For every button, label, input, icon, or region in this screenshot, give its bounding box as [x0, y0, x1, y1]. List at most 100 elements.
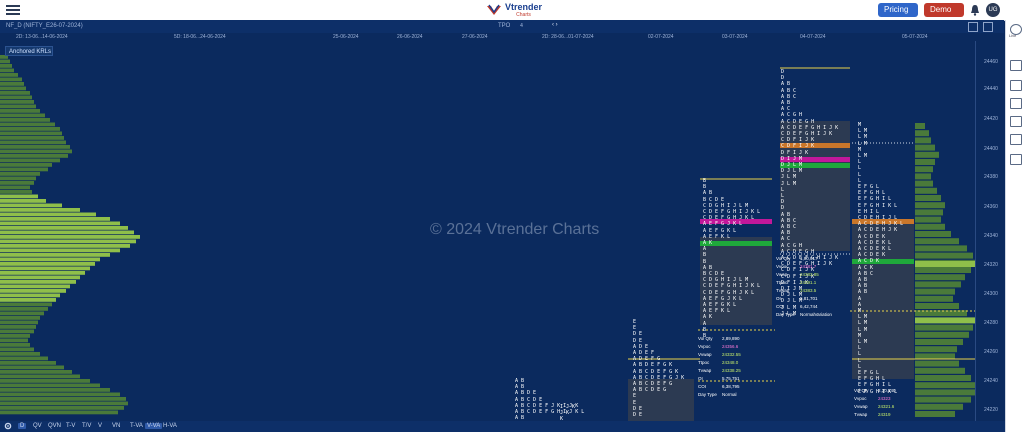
toolbar-toggle-h-va[interactable]: H-VA	[163, 423, 177, 429]
stat-value: 24383.85	[800, 272, 819, 277]
tpo-row: A E F G J K L	[703, 221, 743, 228]
tpo-row: M	[858, 146, 862, 153]
toolbar-toggle-t-va[interactable]: T-VA	[130, 423, 143, 429]
price-axis[interactable]: 24460 24440 24420 24400 24380 24360 2434…	[975, 41, 1006, 421]
date-label: 05-07-2024	[902, 34, 928, 40]
gear-icon[interactable]	[4, 422, 12, 430]
volume-bar	[0, 253, 110, 257]
tpo-row: A B	[781, 81, 791, 88]
price-tick: 24240	[984, 378, 998, 384]
toolbar-toggle-d[interactable]: D	[18, 423, 27, 429]
stat-label: Vvpoc	[854, 396, 867, 401]
apps-icon[interactable]	[1010, 154, 1022, 165]
grid-icon[interactable]	[1010, 116, 1022, 127]
tpo-row: A B	[515, 378, 525, 384]
volume-bar	[0, 361, 56, 365]
volume-bar	[0, 343, 30, 347]
stats-day-03-07: Vol Qty 2,89,890 Vvpoc 24356.6 Vvwap 24332.55…	[698, 336, 741, 400]
volume-bar	[0, 77, 22, 82]
toolbar-toggle-qvn[interactable]: QVN	[48, 423, 61, 429]
layers-icon[interactable]	[1010, 134, 1022, 145]
stats-day-04-07: Vol Qty 1,90,917 Vvpoc 24381.7 Vwap 24383.85 T…	[776, 256, 832, 320]
tpo-row: D	[781, 75, 785, 82]
tpo-row: A B C	[858, 270, 874, 277]
volume-bar	[0, 280, 76, 284]
tpo-row: C D E F G H I J K	[781, 131, 833, 137]
toolbar-toggle-vn[interactable]: VN	[112, 423, 120, 429]
volume-bar	[915, 281, 961, 288]
navigation-arrows[interactable]: ‹ ›	[552, 22, 558, 28]
user-avatar[interactable]: UG	[986, 3, 1000, 17]
pricing-button[interactable]: Pricing ₹	[878, 3, 918, 28]
tpo-row: M	[858, 122, 862, 128]
tpo-row: A B	[858, 277, 868, 283]
tpo-row: A C D E G H	[781, 248, 815, 255]
stat-label: Vwap	[776, 272, 788, 277]
volume-bar	[915, 331, 969, 338]
stat-label: Day Type	[776, 312, 795, 317]
toolbar-toggle-qv[interactable]: QV	[33, 423, 42, 429]
tpo-row: L	[858, 351, 862, 358]
stat-label: Vol Qty	[698, 336, 713, 341]
toolbar-toggle-tv[interactable]: T/V	[82, 423, 91, 429]
volume-bar	[0, 365, 64, 370]
tpo-row: A E F K L	[703, 233, 731, 240]
volume-bar	[915, 180, 933, 187]
volume-bar	[0, 257, 100, 262]
tpo-row: A B	[781, 100, 791, 106]
stat-row: Day Type Normal	[698, 392, 737, 400]
tpo-row: A C G H	[781, 112, 803, 119]
layout-icon[interactable]	[983, 22, 993, 32]
demo-button[interactable]: Demo	[924, 3, 964, 17]
stat-value: 24356.6	[722, 344, 739, 349]
window-icon[interactable]	[1010, 60, 1022, 71]
stats-day-05-07: Vol Qty 2,30,140 Vvpoc 24323 Vvwap 24321.6 Tvw…	[854, 388, 896, 420]
logo-subtitle: Charts	[516, 11, 531, 18]
toolbar-toggle-v[interactable]: V	[98, 423, 102, 429]
stat-row: Vvpoc 24323	[854, 396, 891, 404]
poc-band	[915, 261, 975, 267]
symbol-label[interactable]: NF_D (NIFTY_E26-07-2024)	[6, 23, 83, 29]
volume-bar	[0, 118, 50, 122]
volume-bar	[915, 144, 935, 151]
tpo-row: C D E F G H I J K L	[703, 283, 761, 290]
tpo-row: A C	[781, 236, 791, 243]
tpo-size-selector[interactable]: 4	[520, 23, 523, 29]
tpo-row: C D F I J K	[781, 137, 815, 144]
list-icon[interactable]	[1010, 80, 1022, 91]
tpo-row: A B	[858, 283, 868, 290]
save-icon[interactable]	[968, 22, 978, 32]
date-label: 26-06-2024	[397, 34, 423, 40]
volume-bar	[0, 113, 45, 118]
tpo-row: A B	[781, 230, 791, 237]
volume-bar	[0, 199, 46, 203]
volume-bar	[915, 267, 971, 273]
stat-label: Vvpoc	[776, 264, 789, 269]
tpo-row: A C	[781, 106, 791, 113]
volume-bar	[915, 396, 971, 403]
volume-bar	[0, 91, 30, 95]
price-tick: 24280	[984, 320, 998, 326]
chart-icon[interactable]	[1010, 98, 1022, 109]
tpo-row: A E F G K L	[703, 302, 737, 308]
volume-bar	[0, 185, 30, 190]
chart-type-selector[interactable]: TPO	[498, 23, 510, 29]
volume-bar	[915, 288, 955, 295]
stat-row: COI 6,38,795	[698, 384, 740, 392]
stat-value: 24381.7	[800, 264, 817, 269]
toolbar-toggle-t-v[interactable]: T-V	[66, 423, 75, 429]
tpo-row: C D E F G H J K L	[703, 215, 755, 222]
tpo-row: E F G H I K L	[858, 202, 898, 209]
price-tick: 24300	[984, 291, 998, 297]
toolbar-toggle-v-va[interactable]: V-VA	[145, 423, 163, 429]
stat-label: Vol Qty	[776, 256, 791, 261]
logo-name: Vtrender	[505, 1, 543, 12]
volume-bar	[0, 410, 118, 415]
tpo-row: D	[781, 199, 785, 206]
volume-bar	[0, 302, 52, 307]
volume-bar	[915, 411, 955, 417]
anchored-krls-button[interactable]: Anchored KRLs	[5, 46, 53, 56]
stat-row: Vwap 24383.85	[776, 272, 819, 280]
notification-bell-icon[interactable]	[970, 4, 980, 16]
menu-icon[interactable]	[6, 3, 20, 17]
